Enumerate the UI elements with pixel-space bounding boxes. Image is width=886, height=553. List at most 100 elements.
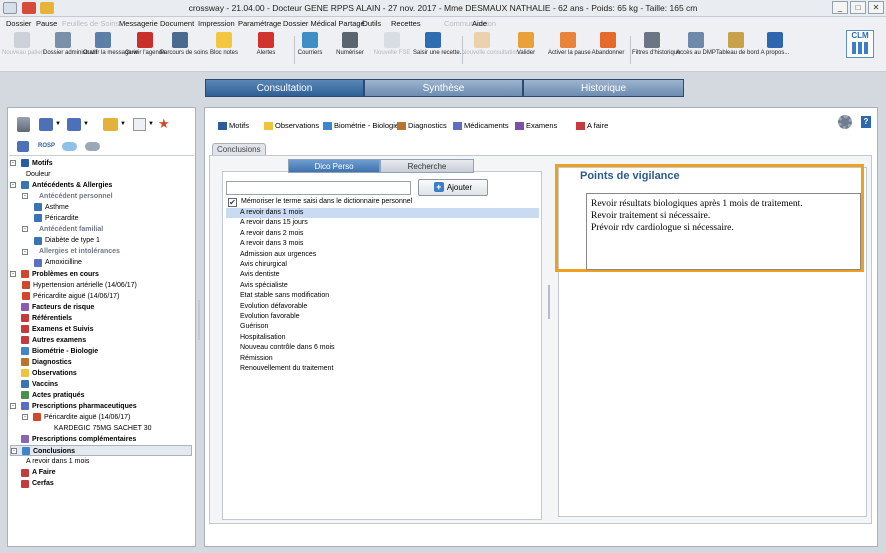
tree-item-examens-et-suivis[interactable]: Examens et Suivis — [10, 324, 192, 335]
collapse-toggle-icon[interactable]: - — [10, 270, 16, 277]
section-tab-a-faire[interactable]: A faire — [576, 121, 608, 131]
dictionary-item[interactable]: Evolution défavorable — [240, 302, 307, 312]
left-splitter-handle[interactable] — [198, 300, 200, 340]
tree-item-asthme[interactable]: Asthme — [10, 202, 192, 213]
collapse-toggle-icon[interactable]: - — [10, 182, 16, 189]
dictionary-item[interactable]: Hospitalisation — [240, 333, 286, 343]
tree-item-hypertension-arterielle-14-06-17[interactable]: Hypertension artérielle (14/06/17) — [10, 280, 192, 291]
tree-item-antecedent-familial[interactable]: - Antécédent familial — [10, 224, 192, 235]
maximize-button[interactable]: □ — [850, 1, 866, 14]
dictionary-item[interactable]: Evolution favorable — [240, 312, 300, 322]
section-tab-diagnostics[interactable]: Diagnostics — [397, 121, 447, 131]
star-tool-icon[interactable]: ★ — [158, 117, 172, 131]
cloud-sync-icon[interactable] — [85, 142, 100, 151]
dictionary-item[interactable]: Admission aux urgences — [240, 250, 316, 260]
section-tab-observations[interactable]: Observations — [264, 121, 319, 131]
tree-item-amoxicilline[interactable]: Amoxicilline — [10, 257, 192, 268]
abandonner-button[interactable]: Abandonner — [588, 32, 628, 57]
tab-historique[interactable]: Historique — [523, 79, 684, 97]
tree-item-cerfas[interactable]: Cerfas — [10, 478, 192, 489]
menu-communication[interactable]: Communication — [444, 19, 496, 28]
nouvelle-fse-button[interactable]: Nouvelle FSE — [372, 32, 412, 57]
tree-item-diagnostics[interactable]: Diagnostics — [10, 357, 192, 368]
tree-item-pericardite[interactable]: Péricardite — [10, 213, 192, 224]
add-button[interactable]: + Ajouter — [418, 179, 488, 196]
tableau-de-bord-button[interactable]: Tableau de bord — [716, 32, 759, 57]
section-tab-biometrie-biologie[interactable]: Biométrie - Biologie — [323, 121, 399, 131]
dictionary-item[interactable]: A revoir dans 15 jours — [240, 218, 308, 228]
dossier-administratif-button[interactable]: Dossier administratif — [43, 32, 97, 57]
folder-tool-icon[interactable] — [103, 118, 118, 131]
acces-au-dmp-button[interactable]: Accès au DMP — [676, 32, 716, 57]
tree-item-pericardite-aigue-14-06-17[interactable]: Péricardite aiguë (14/06/17) — [10, 291, 192, 302]
parcours-de-soins-button[interactable]: Parcours de soins — [160, 32, 208, 57]
tree-item-conclusions[interactable]: - Conclusions — [10, 445, 192, 457]
menu-aide[interactable]: Aide — [472, 19, 487, 28]
settings-gear-icon[interactable] — [838, 115, 852, 129]
dictionary-item[interactable]: Etat stable sans modification — [240, 291, 329, 301]
dictionary-item[interactable]: A revoir dans 1 mois — [226, 208, 539, 219]
collapse-toggle-icon[interactable]: - — [10, 403, 16, 410]
menu-messagerie[interactable]: Messagerie — [119, 19, 158, 28]
checklist-tool-icon[interactable] — [133, 118, 146, 131]
dictionary-item[interactable]: Avis dentiste — [240, 270, 280, 280]
courriers-button[interactable]: Courriers — [290, 32, 330, 57]
tree-item-autres-examens[interactable]: Autres examens — [10, 335, 192, 346]
tree-item-actes-pratiques[interactable]: Actes pratiqués — [10, 390, 192, 401]
menu-dossier[interactable]: Dossier — [6, 19, 31, 28]
tab-dico-perso[interactable]: Dico Perso — [288, 159, 380, 173]
section-tab-examens[interactable]: Examens — [515, 121, 557, 131]
saisir-une-recette-button[interactable]: Saisir une recette... — [413, 32, 465, 57]
menu-impression[interactable]: Impression — [198, 19, 235, 28]
tab-synthese[interactable]: Synthèse — [364, 79, 523, 97]
close-button[interactable]: ✕ — [868, 1, 884, 14]
tree-item-motifs[interactable]: - Motifs — [10, 158, 192, 169]
section-tab-motifs[interactable]: Motifs — [218, 121, 249, 131]
tree-item-prescriptions-complementaires[interactable]: Prescriptions complémentaires — [10, 434, 192, 445]
cloud-icon[interactable] — [62, 142, 77, 151]
menu-recettes[interactable]: Recettes — [391, 19, 421, 28]
collapse-toggle-icon[interactable]: - — [11, 448, 17, 455]
collapse-toggle-icon[interactable]: - — [22, 414, 28, 421]
menu-document[interactable]: Document — [160, 19, 194, 28]
tree-item-douleur[interactable]: Douleur — [10, 169, 192, 180]
prescription-tool-2-icon[interactable] — [67, 118, 81, 131]
help-icon[interactable]: ? — [861, 116, 871, 128]
ouvrir-l-agenda-button[interactable]: Ouvrir l'agenda — [125, 32, 166, 57]
search-input[interactable] — [226, 181, 411, 195]
dropdown-arrow-icon[interactable]: ▼ — [83, 121, 89, 127]
dictionary-item[interactable]: Renouvellement du traitement — [240, 364, 333, 374]
tree-item-problemes-en-cours[interactable]: - Problèmes en cours — [10, 269, 192, 280]
menu-outils[interactable]: Outils — [362, 19, 381, 28]
tree-item-kardegic-75mg-sachet-30[interactable]: KARDEGIC 75MG SACHET 30 — [10, 423, 192, 434]
dictionary-item[interactable]: A revoir dans 2 mois — [240, 229, 303, 239]
numeriser-button[interactable]: Numériser — [330, 32, 370, 57]
dropdown-arrow-icon[interactable]: ▼ — [148, 121, 154, 127]
ouvrir-la-messagerie-button[interactable]: Ouvrir la messagerie — [83, 32, 138, 57]
nouveau-patient-button[interactable]: Nouveau patient — [2, 32, 46, 57]
tab-consultation[interactable]: Consultation — [205, 79, 364, 97]
tree-item-a-faire[interactable]: A Faire — [10, 467, 192, 478]
dictionary-item[interactable]: Nouveau contrôle dans 6 mois — [240, 343, 335, 353]
list-splitter-handle[interactable] — [548, 285, 550, 319]
menu-pause[interactable]: Pause — [36, 19, 57, 28]
valider-button[interactable]: Valider — [506, 32, 546, 57]
trash-icon[interactable] — [17, 117, 30, 132]
tree-item-allergies-et-intolerances[interactable]: - Allergies et intolérances — [10, 246, 192, 257]
tree-item-observations[interactable]: Observations — [10, 368, 192, 379]
dictionary-item[interactable]: Avis spécialiste — [240, 281, 288, 291]
filtres-d-historique-button[interactable]: Filtres d'historique — [632, 32, 681, 57]
collapse-toggle-icon[interactable]: - — [22, 226, 28, 233]
section-tab-medicaments[interactable]: Médicaments — [453, 121, 509, 131]
activer-la-pause-button[interactable]: Activer la pause — [548, 32, 591, 57]
filter-icon[interactable] — [17, 141, 29, 152]
dictionary-item[interactable]: Guérison — [240, 322, 268, 332]
collapse-toggle-icon[interactable]: - — [22, 248, 28, 255]
minimize-button[interactable]: _ — [832, 1, 848, 14]
prescription-tool-icon[interactable] — [39, 118, 53, 131]
tree-item-a-revoir-dans-1-mois[interactable]: A revoir dans 1 mois — [10, 456, 192, 467]
rosp-icon[interactable]: ROSP — [38, 143, 55, 149]
tree-item-antecedents-allergies[interactable]: - Antécédents & Allergies — [10, 180, 192, 191]
nouvelle-consultation-button[interactable]: Nouvelle consultation — [462, 32, 519, 57]
a-propos-button[interactable]: A propos... — [755, 32, 795, 57]
